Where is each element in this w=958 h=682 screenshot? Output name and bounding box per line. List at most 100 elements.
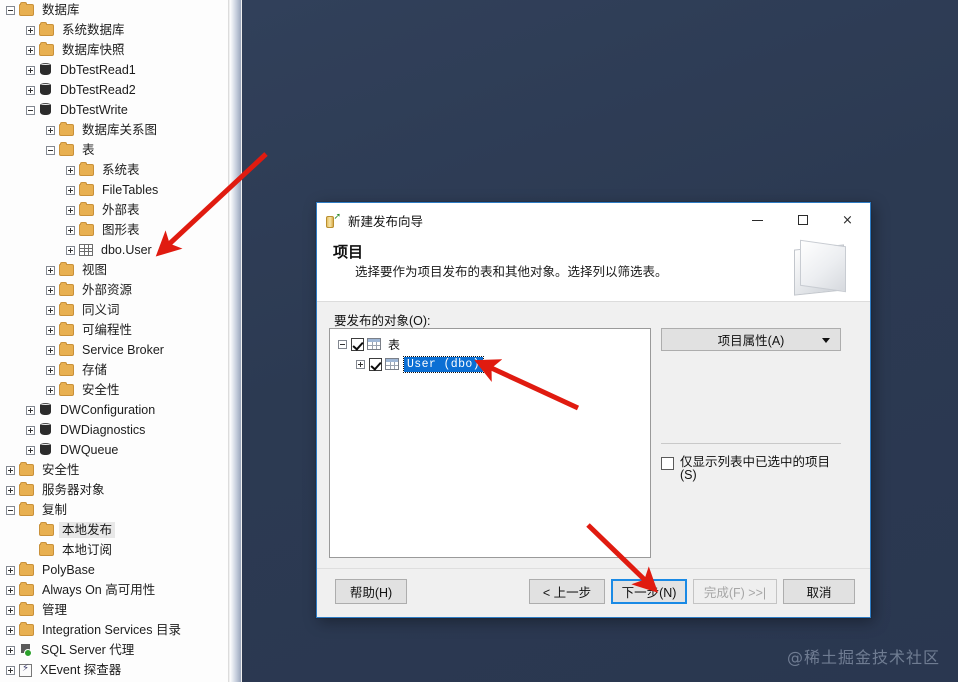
tree-node[interactable]: DWConfiguration [0, 400, 228, 420]
expand-icon[interactable] [26, 405, 35, 415]
tree-node[interactable]: DbTestRead1 [0, 60, 228, 80]
tree-node[interactable]: 服务器对象 [0, 480, 228, 500]
tree-node[interactable]: SQL Server 代理 [0, 640, 228, 660]
tree-node[interactable]: DWDiagnostics [0, 420, 228, 440]
tree-node[interactable]: FileTables [0, 180, 228, 200]
tree-node[interactable]: 存储 [0, 360, 228, 380]
cancel-button[interactable]: 取消 [783, 579, 855, 604]
collapse-icon[interactable] [6, 505, 15, 515]
expand-icon[interactable] [26, 85, 35, 95]
tree-node[interactable]: Always On 高可用性 [0, 580, 228, 600]
tree-node[interactable]: 表 [0, 140, 228, 160]
dialog-body: 要发布的对象(O): 表 User (dbo) 项目属性(A) 仅显示列表中已选… [317, 302, 870, 617]
show-selected-only-checkbox[interactable] [661, 457, 674, 470]
tree-node[interactable]: 外部表 [0, 200, 228, 220]
expand-icon[interactable] [46, 325, 55, 335]
minimize-button[interactable] [735, 203, 780, 237]
tree-node-label: 安全性 [82, 383, 120, 397]
tree-node[interactable]: 外部资源 [0, 280, 228, 300]
expand-icon[interactable] [46, 265, 55, 275]
collapse-icon[interactable] [338, 339, 347, 349]
tree-node[interactable]: 系统表 [0, 160, 228, 180]
tree-node[interactable]: 可编程性 [0, 320, 228, 340]
explorer-vertical-scrollbar[interactable] [228, 0, 242, 682]
tree-node[interactable]: Service Broker [0, 340, 228, 360]
folder-icon [19, 502, 34, 516]
collapse-icon[interactable] [6, 5, 15, 15]
expand-icon[interactable] [46, 285, 55, 295]
expand-icon[interactable] [66, 225, 75, 235]
expand-icon[interactable] [26, 425, 35, 435]
dialog-titlebar[interactable]: ➚ 新建发布向导 × [317, 203, 870, 237]
right-options-panel: 项目属性(A) 仅显示列表中已选中的项目(S) [661, 328, 858, 482]
user-table-label[interactable]: User (dbo) [402, 355, 485, 373]
scrollbar-thumb[interactable] [230, 0, 241, 682]
tree-node-label: Service Broker [82, 343, 164, 357]
expand-icon[interactable] [66, 205, 75, 215]
tree-node[interactable]: 视图 [0, 260, 228, 280]
collapse-icon[interactable] [26, 105, 35, 115]
show-selected-only-row[interactable]: 仅显示列表中已选中的项目(S) [661, 456, 849, 482]
tree-node[interactable]: 安全性 [0, 460, 228, 480]
expand-icon[interactable] [66, 165, 75, 175]
close-button[interactable]: × [825, 203, 870, 237]
expand-icon[interactable] [6, 625, 15, 635]
tree-node[interactable]: DbTestWrite [0, 100, 228, 120]
folder-icon [59, 282, 74, 296]
database-icon [39, 83, 52, 97]
wizard-illustration-icon [790, 239, 852, 299]
expand-icon[interactable] [26, 445, 35, 455]
object-explorer-tree: 数据库 系统数据库 数据库快照 DbTestRead1 DbTestRead2 DbTes… [0, 0, 228, 680]
tree-node[interactable]: 同义词 [0, 300, 228, 320]
expand-icon[interactable] [6, 605, 15, 615]
expand-icon[interactable] [6, 465, 15, 475]
tree-node[interactable]: 管理 [0, 600, 228, 620]
tree-node[interactable]: 系统数据库 [0, 20, 228, 40]
expand-icon[interactable] [46, 125, 55, 135]
tree-node[interactable]: XEvent 探查器 [0, 660, 228, 680]
spacer-icon [26, 526, 35, 535]
tree-row-user-table[interactable]: User (dbo) [356, 355, 650, 373]
tree-node[interactable]: 本地订阅 [0, 540, 228, 560]
expand-icon[interactable] [26, 45, 35, 55]
tables-checkbox[interactable] [351, 337, 364, 351]
expand-icon[interactable] [66, 245, 75, 255]
expand-icon[interactable] [46, 345, 55, 355]
expand-icon[interactable] [6, 645, 15, 655]
tree-node[interactable]: 本地发布 [0, 520, 228, 540]
folder-icon [59, 342, 74, 356]
help-button[interactable]: 帮助(H) [335, 579, 407, 604]
tree-node[interactable]: 安全性 [0, 380, 228, 400]
tree-node[interactable]: 数据库快照 [0, 40, 228, 60]
previous-button[interactable]: < 上一步 [529, 579, 605, 604]
expand-icon[interactable] [6, 585, 15, 595]
objects-to-publish-listbox[interactable]: 表 User (dbo) [329, 328, 651, 558]
tree-node[interactable]: Integration Services 目录 [0, 620, 228, 640]
tree-node[interactable]: DbTestRead2 [0, 80, 228, 100]
expand-icon[interactable] [6, 665, 15, 675]
expand-icon[interactable] [356, 359, 365, 369]
tree-node[interactable]: 图形表 [0, 220, 228, 240]
collapse-icon[interactable] [46, 145, 55, 155]
tree-node[interactable]: 数据库 [0, 0, 228, 20]
tree-node[interactable]: dbo.User [0, 240, 228, 260]
maximize-button[interactable] [780, 203, 825, 237]
tree-row-tables[interactable]: 表 [338, 335, 650, 353]
user-table-checkbox[interactable] [369, 357, 382, 371]
tree-node[interactable]: 复制 [0, 500, 228, 520]
expand-icon[interactable] [6, 565, 15, 575]
expand-icon[interactable] [46, 305, 55, 315]
expand-icon[interactable] [6, 485, 15, 495]
expand-icon[interactable] [46, 365, 55, 375]
expand-icon[interactable] [66, 185, 75, 195]
object-explorer-panel: 数据库 系统数据库 数据库快照 DbTestRead1 DbTestRead2 DbTes… [0, 0, 228, 682]
article-properties-button[interactable]: 项目属性(A) [661, 328, 841, 351]
tree-node[interactable]: 数据库关系图 [0, 120, 228, 140]
expand-icon[interactable] [26, 25, 35, 35]
next-button[interactable]: 下一步(N) [611, 579, 687, 604]
expand-icon[interactable] [26, 65, 35, 75]
folder-icon [59, 322, 74, 336]
expand-icon[interactable] [46, 385, 55, 395]
tree-node[interactable]: DWQueue [0, 440, 228, 460]
tree-node[interactable]: PolyBase [0, 560, 228, 580]
